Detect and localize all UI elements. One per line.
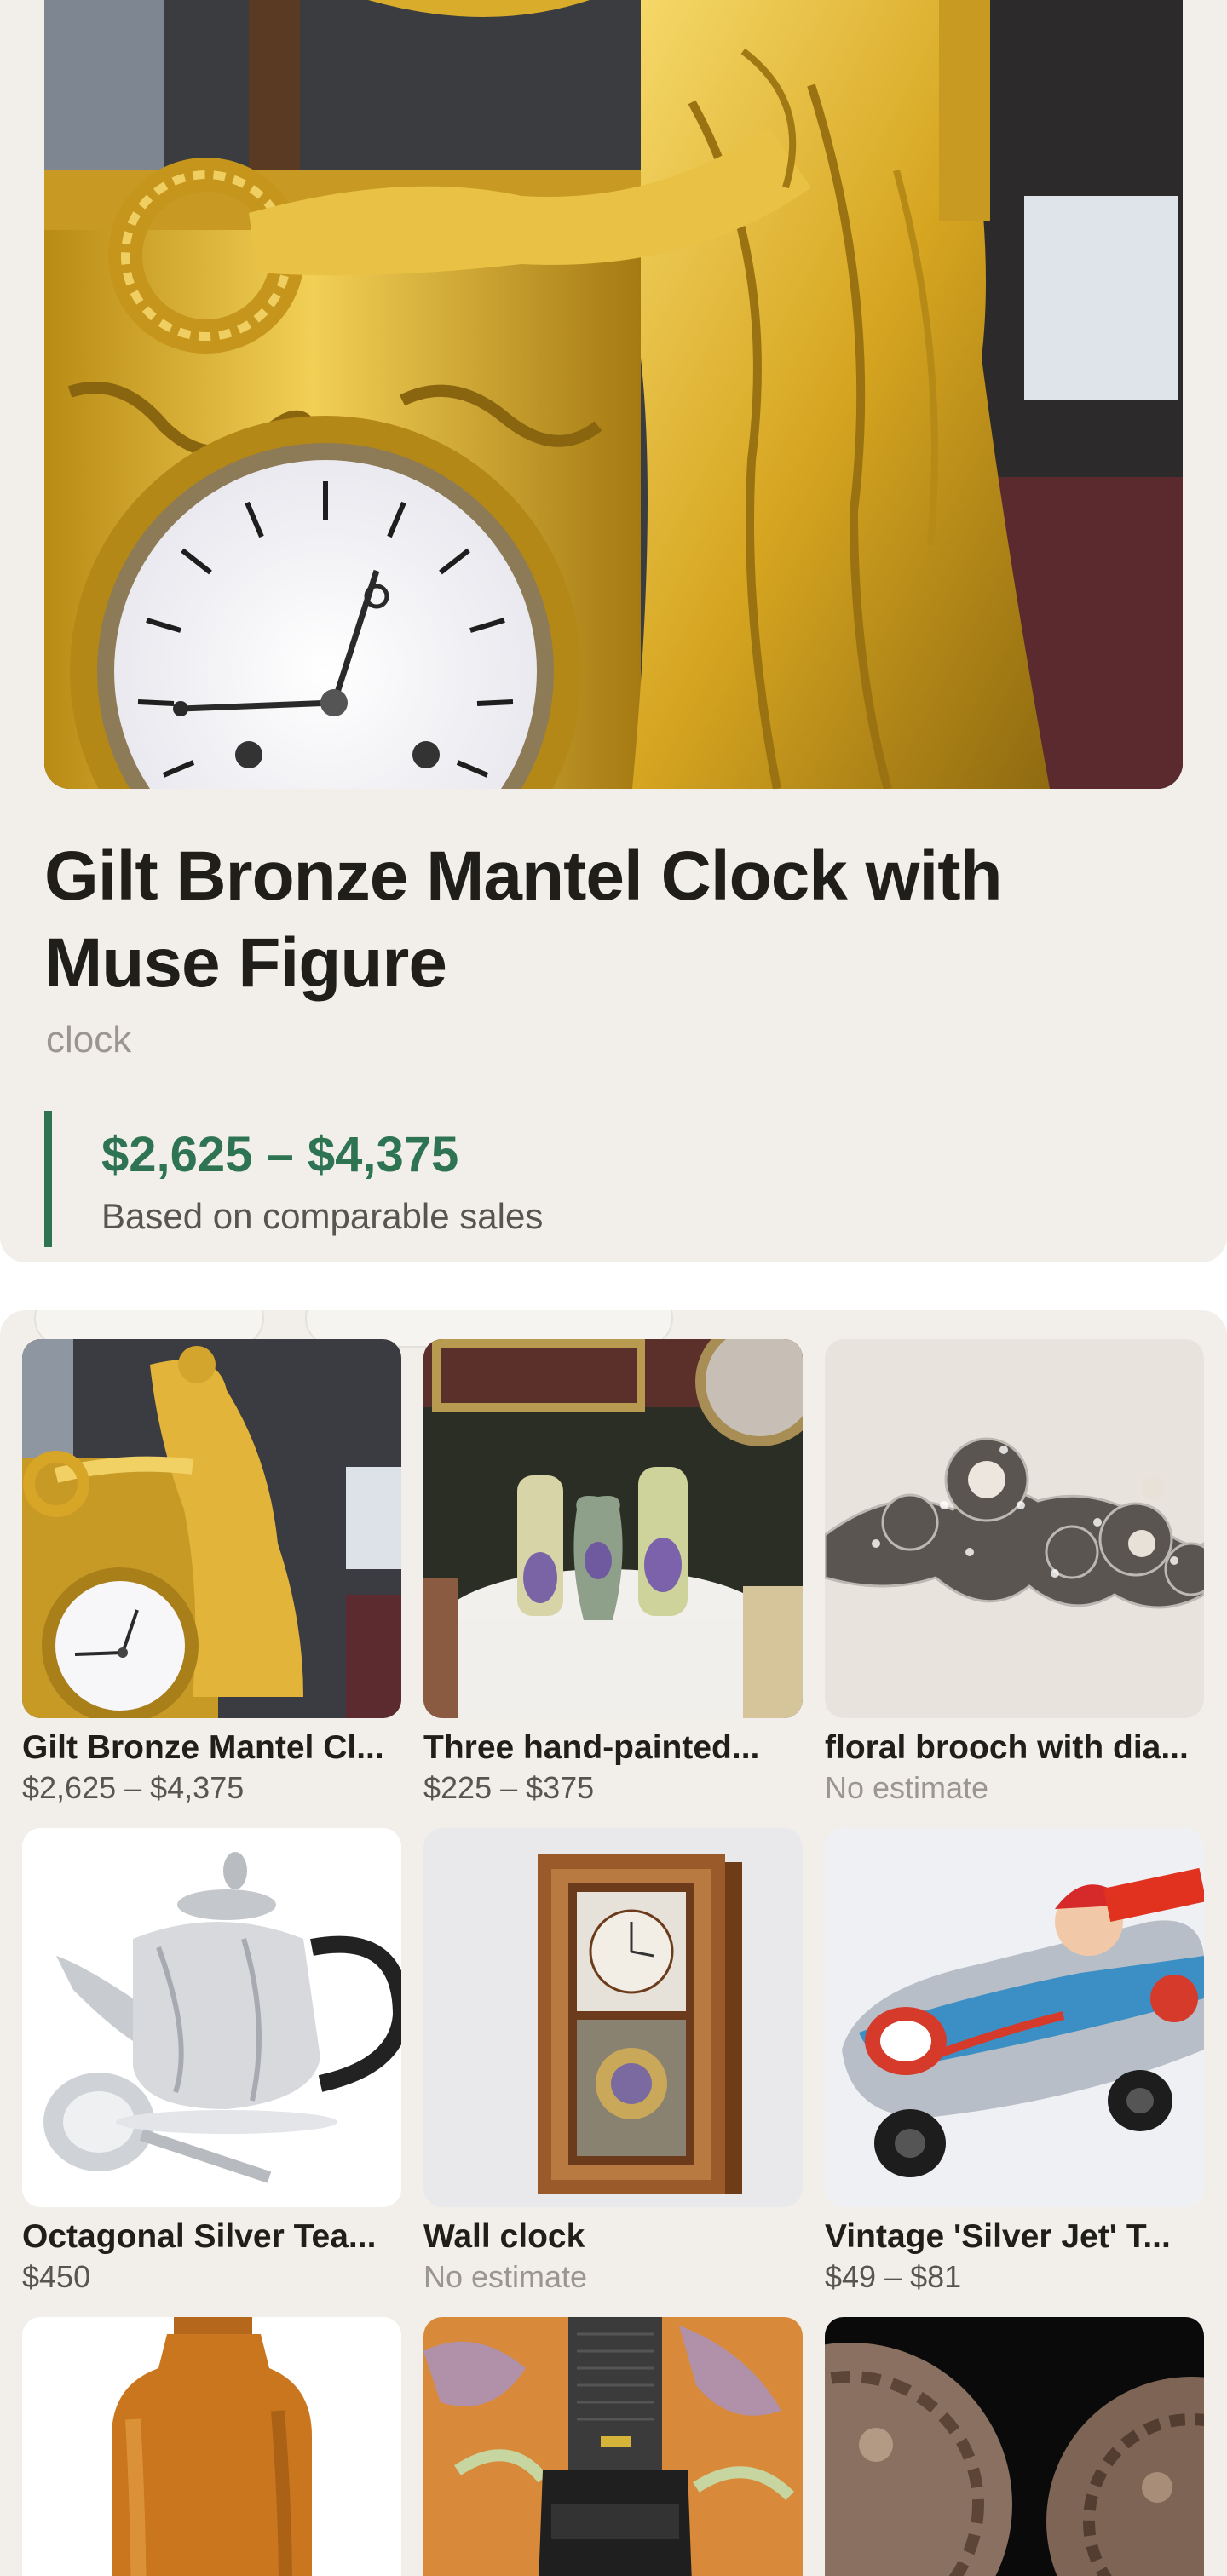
- item-category: clock: [46, 1019, 132, 1061]
- item-name: Gilt Bronze Mantel Cl...: [22, 1729, 384, 1766]
- grid-item-brooch[interactable]: floral brooch with dia... No estimate: [825, 1339, 1204, 1807]
- item-thumbnail[interactable]: [22, 2317, 401, 2576]
- grid-item-mantel-clock[interactable]: Gilt Bronze Mantel Cl... $2,625 – $4,375: [22, 1339, 401, 1807]
- item-thumbnail[interactable]: [825, 1828, 1204, 2207]
- item-name: Vintage 'Silver Jet' T...: [825, 2218, 1171, 2255]
- item-name: Octagonal Silver Tea...: [22, 2218, 377, 2255]
- grid-item-wall-clock[interactable]: Wall clock No estimate: [423, 1828, 803, 2296]
- item-detail-card: Gilt Bronze Mantel Clock with Muse Figur…: [0, 0, 1227, 1262]
- item-price: $2,625 – $4,375: [22, 1770, 245, 1805]
- item-name: Three hand-painted...: [423, 1729, 760, 1766]
- grid-item-amber-bottle[interactable]: [22, 2317, 401, 2576]
- estimate-panel: $2,625 – $4,375 Based on comparable sale…: [44, 1111, 811, 1247]
- item-name: floral brooch with dia...: [825, 1729, 1189, 1766]
- item-price: No estimate: [423, 2259, 588, 2294]
- item-thumbnail[interactable]: [825, 2317, 1204, 2576]
- item-price: No estimate: [825, 1770, 989, 1805]
- grid-item-coins[interactable]: [825, 2317, 1204, 2576]
- item-thumbnail[interactable]: [423, 2317, 803, 2576]
- item-thumbnail[interactable]: [22, 1339, 401, 1718]
- item-thumbnail[interactable]: [423, 1828, 803, 2207]
- item-thumbnail[interactable]: [423, 1339, 803, 1718]
- grid-item-radio[interactable]: [423, 2317, 803, 2576]
- item-thumbnail[interactable]: [22, 1828, 401, 2207]
- item-price: $450: [22, 2259, 91, 2294]
- item-title: Gilt Bronze Mantel Clock with Muse Figur…: [44, 837, 1003, 1002]
- item-name: Wall clock: [423, 2218, 585, 2255]
- similar-items-sheet[interactable]: Gilt Bronze Mantel Cl... $2,625 – $4,375: [0, 1310, 1227, 2576]
- grid-item-vases[interactable]: Three hand-painted... $225 – $375: [423, 1339, 803, 1807]
- item-price: $225 – $375: [423, 1770, 595, 1805]
- item-thumbnail[interactable]: [825, 1339, 1204, 1718]
- grid-item-silver-jet[interactable]: Vintage 'Silver Jet' T... $49 – $81: [825, 1828, 1204, 2296]
- estimate-range: $2,625 – $4,375: [101, 1127, 459, 1182]
- hero-image[interactable]: [44, 0, 1183, 789]
- grid-item-teapot[interactable]: Octagonal Silver Tea... $450: [22, 1828, 401, 2296]
- estimate-caption: Based on comparable sales: [101, 1196, 544, 1236]
- item-price: $49 – $81: [825, 2259, 962, 2294]
